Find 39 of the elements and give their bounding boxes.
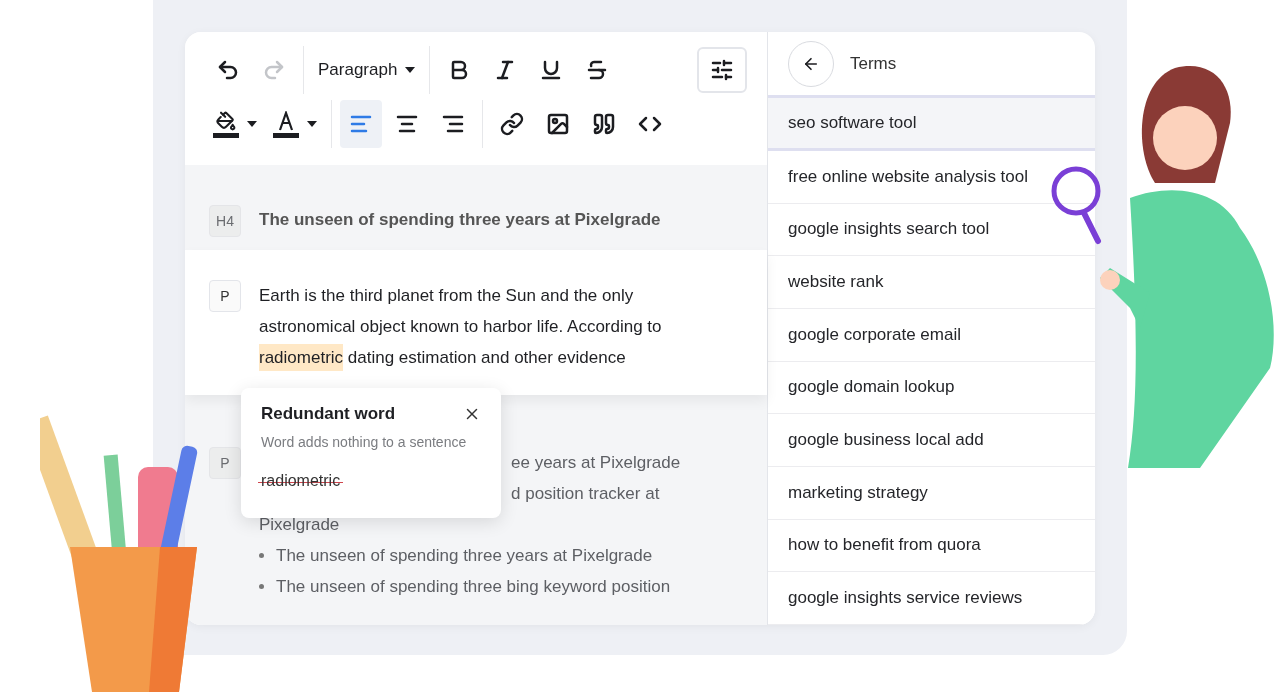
link-icon <box>500 112 524 136</box>
image-icon <box>546 112 570 136</box>
sliders-icon <box>710 58 734 82</box>
text-line: Pixelgrade <box>259 514 340 536</box>
term-item[interactable]: seo software tool <box>768 98 1095 151</box>
magnifier-icon <box>1050 165 1102 245</box>
term-item[interactable]: how to benefit from quora <box>768 519 1095 573</box>
back-button[interactable] <box>788 40 834 87</box>
block-tag[interactable]: P <box>209 280 241 312</box>
caret-icon <box>307 121 317 127</box>
popup-description: Word adds nothing to a sentence <box>261 434 468 450</box>
term-item[interactable]: marketing strategy <box>768 466 1095 520</box>
list-item: The unseen of spending three years at Pixelgrade <box>259 540 653 571</box>
block-tag[interactable]: H4 <box>209 205 241 237</box>
term-item[interactable]: google corporate email <box>768 308 1095 362</box>
settings-button[interactable] <box>697 47 747 93</box>
align-left-button[interactable] <box>340 100 382 148</box>
list-item: The unseen of spending three bing keyword position <box>259 571 671 602</box>
term-item[interactable]: google business local add <box>768 414 1095 467</box>
term-item[interactable]: free online website analysis tool <box>768 150 1095 204</box>
text-line: ee years at Pixelgrade <box>511 452 681 474</box>
redo-icon <box>262 58 286 82</box>
popup-title: Redundant word <box>261 404 396 424</box>
caret-icon <box>247 121 257 127</box>
block-tag[interactable]: P <box>209 447 241 479</box>
term-item[interactable]: google insights service reviews <box>768 572 1095 625</box>
paragraph-text: Earth is the third planet from the Sun and the only astronomical object known to harbor life. According to radiometric dating estimation and other evidence <box>259 280 709 373</box>
quote-icon <box>592 112 616 136</box>
terms-title: Terms <box>850 53 897 74</box>
letter-a-icon <box>276 110 296 131</box>
paint-bucket-icon <box>213 110 239 138</box>
heading-text: The unseen of spending three years at Pixelgrade <box>259 209 661 231</box>
undo-icon <box>216 58 240 82</box>
term-item[interactable]: google domain lookup <box>768 361 1095 415</box>
text-line: d position tracker at <box>511 483 660 505</box>
paragraph-format-dropdown[interactable]: Paragraph <box>312 46 422 94</box>
term-item[interactable]: google insights search tool <box>768 203 1095 257</box>
term-item[interactable]: website rank <box>768 256 1095 309</box>
caret-icon <box>405 67 416 73</box>
